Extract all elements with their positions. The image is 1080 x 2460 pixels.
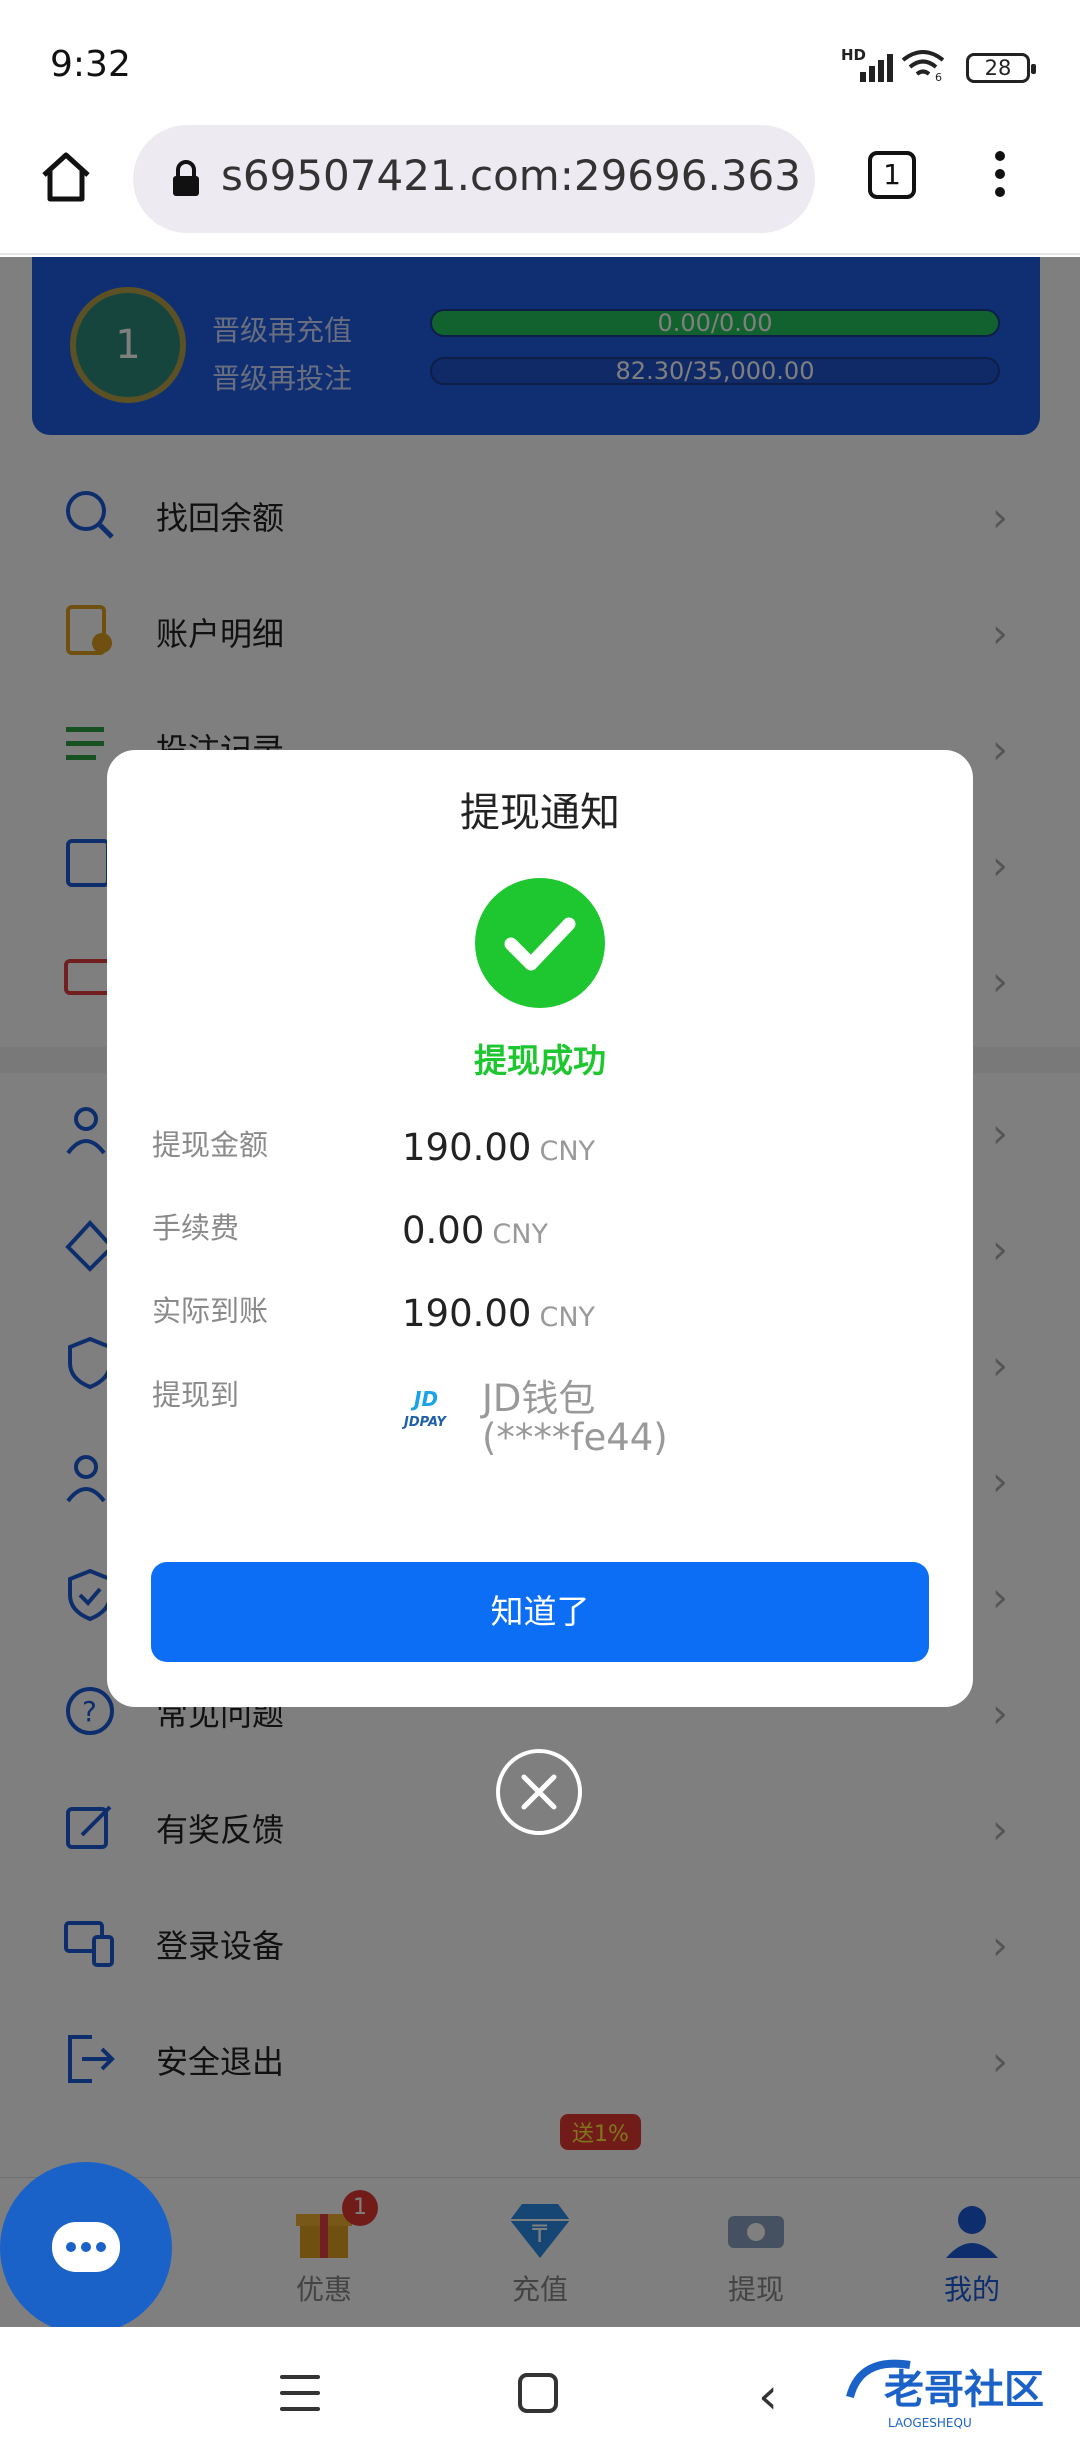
- status-bar: 9:32 HD 6 28: [0, 0, 1080, 125]
- browser-toolbar: 363.ws69507421.com:29696 1: [0, 125, 1080, 255]
- jdpay-logo-text: JDPAY: [402, 1415, 448, 1430]
- currency: CNY: [539, 1136, 596, 1167]
- chat-bubble-icon: [52, 2222, 120, 2272]
- fee-number: 0.00: [402, 1209, 485, 1252]
- square-home-icon[interactable]: [518, 2373, 558, 2413]
- dest-name: JD钱包: [482, 1377, 596, 1420]
- dialog-title: 提现通知: [460, 790, 620, 836]
- amount-number: 190.00: [402, 1126, 532, 1169]
- menu-lines-icon[interactable]: [280, 2375, 320, 2411]
- wifi-icon: 6: [901, 50, 945, 82]
- actual-label: 实际到账: [152, 1294, 269, 1328]
- watermark-logo: 老哥社区 LAOGESHEQU: [846, 2359, 1044, 2430]
- system-nav-bar: ‹ 老哥社区 LAOGESHEQU: [0, 2327, 1080, 2460]
- url-bar[interactable]: 363.ws69507421.com:29696: [133, 125, 815, 233]
- fee-label: 手续费: [152, 1211, 240, 1245]
- jdpay-logo-icon: JD JDPAY: [402, 1387, 448, 1430]
- browser-menu-icon[interactable]: [990, 151, 1010, 207]
- home-icon[interactable]: [36, 147, 96, 207]
- dest-account: (****fe44): [482, 1416, 668, 1459]
- wifi-sub: 6: [935, 71, 942, 82]
- watermark-title: 老哥社区: [884, 2367, 1044, 2413]
- amount-value: 190.00 CNY: [402, 1126, 595, 1169]
- close-dialog-icon[interactable]: [496, 1749, 582, 1835]
- status-time: 9:32: [50, 44, 131, 85]
- signal-icon: [860, 54, 893, 82]
- dialog-status: 提现成功: [474, 1041, 606, 1080]
- got-it-button[interactable]: 知道了: [151, 1562, 929, 1662]
- fee-value: 0.00 CNY: [402, 1209, 548, 1252]
- withdraw-dialog: 提现通知 提现成功 提现金额 190.00 CNY 手续费 0.00 CNY 实际到…: [107, 750, 973, 1707]
- tab-switcher-button[interactable]: 1: [868, 151, 916, 199]
- actual-number: 190.00: [402, 1292, 532, 1335]
- svg-text:JD: JD: [410, 1387, 438, 1411]
- currency: CNY: [492, 1219, 548, 1250]
- battery-icon: 28: [966, 53, 1036, 83]
- lock-icon: [173, 160, 199, 196]
- dest-label: 提现到: [152, 1378, 240, 1412]
- amount-label: 提现金额: [152, 1128, 269, 1162]
- success-check-icon: [475, 878, 605, 1008]
- url-text: 363.ws69507421.com:29696: [221, 151, 801, 200]
- back-chevron-icon[interactable]: ‹: [758, 2367, 778, 2425]
- watermark-sub: LAOGESHEQU: [888, 2416, 972, 2430]
- actual-value: 190.00 CNY: [402, 1292, 595, 1335]
- currency: CNY: [539, 1302, 596, 1333]
- chat-button[interactable]: [0, 2162, 172, 2334]
